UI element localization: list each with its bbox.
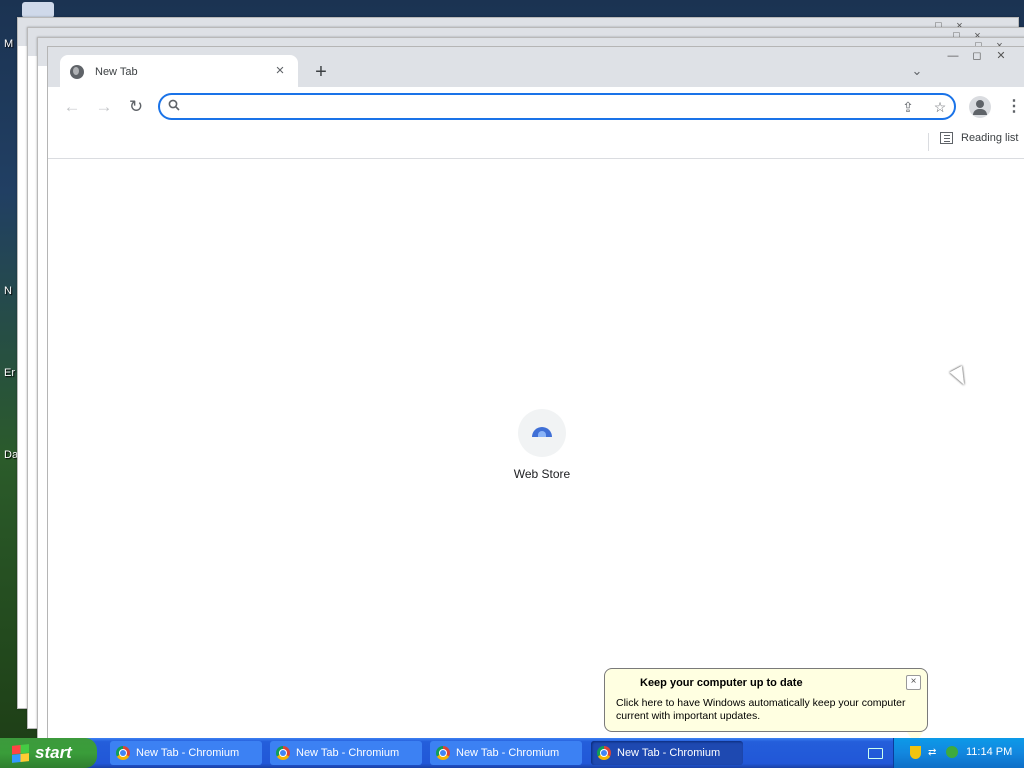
desktop-icon-label[interactable]: N <box>4 285 12 297</box>
tab-title: New Tab <box>95 66 138 78</box>
globe-icon <box>70 65 84 79</box>
clock[interactable]: 11:14 PM <box>966 746 1012 758</box>
maximize-button[interactable]: ◻ <box>965 47 989 65</box>
window-controls[interactable]: — ◻ ✕ <box>941 47 1013 65</box>
shortcut-tile[interactable]: Web Store <box>508 409 576 481</box>
keyboard-icon[interactable] <box>868 748 883 759</box>
start-label: start <box>35 743 72 762</box>
browser-menu-button[interactable]: ⋮ <box>1006 97 1022 117</box>
taskbar: start New Tab - Chromium New Tab - Chrom… <box>0 738 1024 768</box>
profile-avatar-icon[interactable] <box>969 96 991 118</box>
network-icon[interactable]: ⇄ <box>928 747 942 758</box>
windows-flag-icon <box>12 743 29 763</box>
forward-button[interactable]: → <box>94 97 114 117</box>
shortcut-label: Web Store <box>513 467 571 481</box>
taskbar-button[interactable]: New Tab - Chromium <box>110 741 262 765</box>
reading-list-icon <box>940 132 953 144</box>
bookmark-star-icon[interactable]: ☆ <box>931 98 949 116</box>
windows-update-icon[interactable] <box>946 746 958 758</box>
chromium-icon <box>597 746 611 760</box>
minimize-button[interactable]: — <box>941 47 965 65</box>
reading-list-button[interactable]: Reading list <box>940 132 1018 144</box>
desktop-icon-label[interactable]: M <box>4 38 13 50</box>
address-input[interactable] <box>188 97 892 118</box>
chromium-icon <box>116 746 130 760</box>
share-icon[interactable]: ⇪ <box>899 98 917 116</box>
desktop-icon-label[interactable]: Da <box>4 449 18 461</box>
taskbar-button[interactable]: New Tab - Chromium <box>270 741 422 765</box>
tab-new-tab[interactable]: New Tab × <box>60 55 298 88</box>
new-tab-page: Web Store <box>48 159 1024 747</box>
back-button[interactable]: ← <box>62 97 82 117</box>
reading-list-label: Reading list <box>961 132 1019 144</box>
notification-close-icon[interactable]: × <box>906 675 921 690</box>
taskbar-button-active[interactable]: New Tab - Chromium <box>591 741 743 765</box>
search-icon <box>168 99 180 111</box>
update-notification-balloon[interactable]: Keep your computer up to date Click here… <box>604 668 928 744</box>
taskbar-button-label: New Tab - Chromium <box>136 747 240 759</box>
browser-toolbar: ← → ↻ ⇪ ☆ ⋮ <box>48 87 1024 127</box>
taskbar-button-label: New Tab - Chromium <box>296 747 400 759</box>
shortcut-icon-circle <box>518 409 566 457</box>
browser-window[interactable]: New Tab × + ⌄ — ◻ ✕ ← → ↻ ⇪ ☆ ⋮ Reading … <box>47 46 1024 748</box>
desktop-icon[interactable] <box>22 2 54 18</box>
tab-search-button[interactable]: ⌄ <box>908 63 926 81</box>
webstore-icon <box>532 427 552 437</box>
taskbar-button-label: New Tab - Chromium <box>456 747 560 759</box>
notification-text[interactable]: Click here to have Windows automatically… <box>616 697 921 723</box>
bookmarks-bar: Reading list <box>48 127 1024 159</box>
taskbar-button-label: New Tab - Chromium <box>617 747 721 759</box>
bookmarks-separator <box>928 133 929 151</box>
system-tray: ⇄ 11:14 PM <box>893 738 1024 768</box>
security-shield-icon[interactable] <box>910 746 921 759</box>
address-bar[interactable]: ⇪ ☆ <box>158 93 956 120</box>
reload-button[interactable]: ↻ <box>126 97 146 117</box>
tab-close-icon[interactable]: × <box>271 62 289 80</box>
chromium-icon <box>276 746 290 760</box>
desktop-icon-label[interactable]: Er <box>4 367 15 379</box>
start-button[interactable]: start <box>0 738 97 768</box>
tab-strip: New Tab × + ⌄ — ◻ ✕ <box>48 47 1024 88</box>
notification-title: Keep your computer up to date <box>640 677 803 689</box>
chromium-icon <box>436 746 450 760</box>
new-tab-button[interactable]: + <box>310 61 332 83</box>
taskbar-button[interactable]: New Tab - Chromium <box>430 741 582 765</box>
close-button[interactable]: ✕ <box>989 47 1013 65</box>
